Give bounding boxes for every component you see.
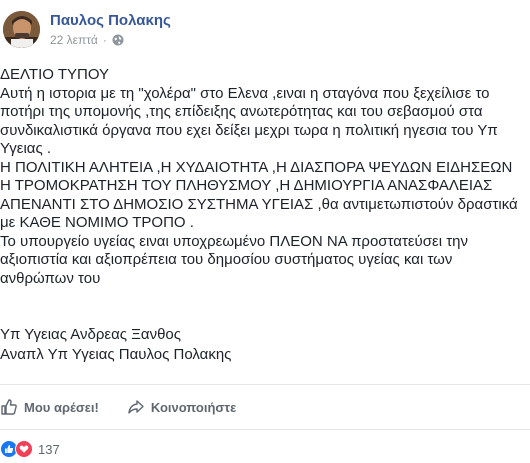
post-line: Αυτή η ιστορια με τη "χολέρα" στο Ελενα … (0, 84, 490, 102)
reaction-count: 137 (38, 441, 60, 457)
share-button[interactable]: Κοινοποιήστε (127, 398, 236, 416)
action-bar: Μου αρέσει! Κοινοποιήστε (0, 384, 530, 430)
heart-reaction-icon (15, 440, 33, 458)
post-line: Η ΤΡΟΜΟΚΡΑΤΗΣΗ ΤΟΥ ΠΛΗΘΥΣΜΟΥ ,Η ΔΗΜΙΟΥΡΓ… (0, 177, 493, 194)
post-line: με ΚΑΘΕ ΝΟΜΙΜΟ ΤΡΟΠΟ . (0, 214, 194, 231)
reactions-summary[interactable]: 137 (0, 440, 60, 458)
share-icon (128, 400, 144, 414)
author-name[interactable]: Παυλος Πολακης (50, 12, 171, 29)
post-line: ανθρώπων του (0, 269, 101, 287)
post-meta: 22 λεπτά · (50, 33, 124, 47)
author-avatar[interactable] (3, 11, 40, 48)
post-body: ΔΕΛΤΙΟ ΤΥΠΟΥ Αυτή η ιστορια με τη "χολέρ… (0, 66, 530, 288)
thumbs-up-icon (1, 399, 17, 415)
post-header: Παυλος Πολακης 22 λεπτά · (0, 0, 530, 58)
like-button[interactable]: Μου αρέσει! (0, 398, 99, 416)
globe-icon[interactable] (112, 34, 124, 46)
post-title: ΔΕΛΤΙΟ ΤΥΠΟΥ (0, 66, 110, 83)
meta-separator: · (102, 33, 107, 47)
post-line: Η ΠΟΛΙΤΙΚΗ ΑΛΗΤΕΙΑ ,Η ΧΥΔΑΙΟΤΗΤΑ ,Η ΔΙΑΣ… (0, 158, 513, 176)
post-line: ΑΠΕΝΑΝΤΙ ΣΤΟ ΔΗΜΟΣΙΟ ΣΥΣΤΗΜΑ ΥΓΕΙΑΣ ,θα … (0, 195, 518, 213)
post-line: αξιοπιστία και αξιοπρέπεια του δημοσίου … (0, 251, 453, 268)
post-line: ποτήρι της υπομονής ,της επίδειξης ανωτε… (0, 103, 483, 120)
share-label: Κοινοποιήστε (150, 399, 237, 415)
post-signature: Υπ Υγειας Ανδρεας Ξανθος Αναπλ Υπ Υγειας… (0, 325, 231, 365)
post-line: Το υπουργείο υγείας ειναι υποχρεωμένο ΠΛ… (0, 232, 468, 250)
post-line: Υγειας . (0, 140, 52, 157)
post-line: συνδικαλιστικά όργανα που εχει δείξει με… (0, 121, 498, 139)
post-time[interactable]: 22 λεπτά (50, 33, 98, 47)
signature-line: Αναπλ Υπ Υγειας Παυλος Πολακης (0, 346, 232, 363)
signature-line: Υπ Υγειας Ανδρεας Ξανθος (0, 326, 182, 343)
like-label: Μου αρέσει! (24, 399, 99, 415)
